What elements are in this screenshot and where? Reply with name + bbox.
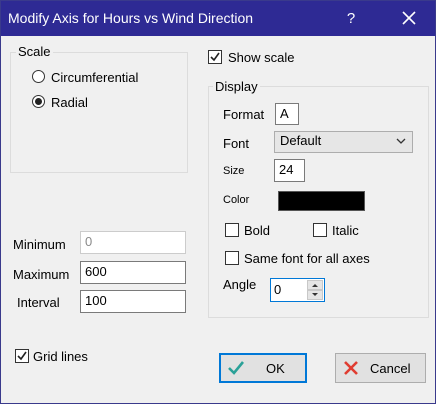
spin-up-button[interactable] bbox=[307, 280, 323, 290]
maximum-label: Maximum bbox=[13, 267, 70, 282]
bold-checkbox[interactable] bbox=[225, 223, 239, 237]
interval-label: Interval bbox=[17, 295, 60, 310]
angle-value: 0 bbox=[274, 282, 282, 297]
close-button[interactable] bbox=[391, 1, 427, 36]
display-group-label: Display bbox=[213, 79, 260, 94]
cancel-button[interactable]: Cancel bbox=[335, 353, 426, 383]
spin-down-button[interactable] bbox=[307, 290, 323, 300]
title-bar: Modify Axis for Hours vs Wind Direction … bbox=[1, 1, 435, 36]
same-font-checkbox[interactable] bbox=[225, 251, 239, 265]
minimum-label: Minimum bbox=[13, 237, 66, 252]
radio-radial[interactable] bbox=[32, 95, 45, 108]
size-input[interactable]: 24 bbox=[274, 159, 305, 182]
format-label: Format bbox=[223, 107, 265, 122]
cancel-button-label: Cancel bbox=[370, 361, 411, 376]
checkmark-icon bbox=[228, 361, 245, 375]
x-icon bbox=[344, 361, 358, 375]
scale-group-label: Scale bbox=[16, 44, 53, 59]
radio-radial-label[interactable]: Radial bbox=[51, 95, 88, 110]
minimum-input[interactable]: 0 bbox=[80, 231, 186, 254]
italic-checkbox[interactable] bbox=[313, 223, 327, 237]
interval-input[interactable]: 100 bbox=[80, 290, 186, 313]
color-swatch[interactable] bbox=[278, 191, 365, 211]
maximum-input[interactable]: 600 bbox=[80, 261, 186, 284]
same-font-label[interactable]: Same font for all axes bbox=[244, 251, 370, 266]
bold-label[interactable]: Bold bbox=[244, 223, 270, 238]
dialog-title: Modify Axis for Hours vs Wind Direction bbox=[8, 10, 254, 26]
grid-lines-label[interactable]: Grid lines bbox=[33, 349, 88, 364]
help-button[interactable]: ? bbox=[336, 1, 366, 36]
caret-down-icon bbox=[312, 293, 318, 296]
grid-lines-checkbox[interactable] bbox=[15, 349, 29, 363]
caret-up-icon bbox=[312, 284, 318, 287]
font-select[interactable]: Default bbox=[274, 131, 413, 153]
ok-button[interactable]: OK bbox=[219, 353, 307, 383]
angle-label: Angle bbox=[223, 277, 257, 292]
size-label: Size bbox=[223, 165, 245, 177]
show-scale-checkbox[interactable] bbox=[208, 50, 222, 64]
italic-label[interactable]: Italic bbox=[332, 223, 359, 238]
chevron-down-icon bbox=[396, 138, 406, 144]
checkmark-icon bbox=[17, 351, 27, 361]
ok-button-label: OK bbox=[266, 361, 285, 376]
font-select-value: Default bbox=[280, 133, 322, 148]
dialog-window: Modify Axis for Hours vs Wind Direction … bbox=[0, 0, 436, 404]
radio-circumferential[interactable] bbox=[32, 70, 45, 83]
color-label: Color bbox=[223, 194, 250, 206]
font-label: Font bbox=[223, 136, 250, 151]
format-input[interactable]: A bbox=[275, 103, 299, 125]
show-scale-label[interactable]: Show scale bbox=[228, 50, 294, 65]
angle-spinner[interactable]: 0 bbox=[270, 278, 325, 302]
radio-circumferential-label[interactable]: Circumferential bbox=[51, 70, 138, 85]
spinner-arrows bbox=[307, 280, 323, 300]
checkmark-icon bbox=[210, 52, 220, 62]
close-icon bbox=[402, 11, 416, 25]
